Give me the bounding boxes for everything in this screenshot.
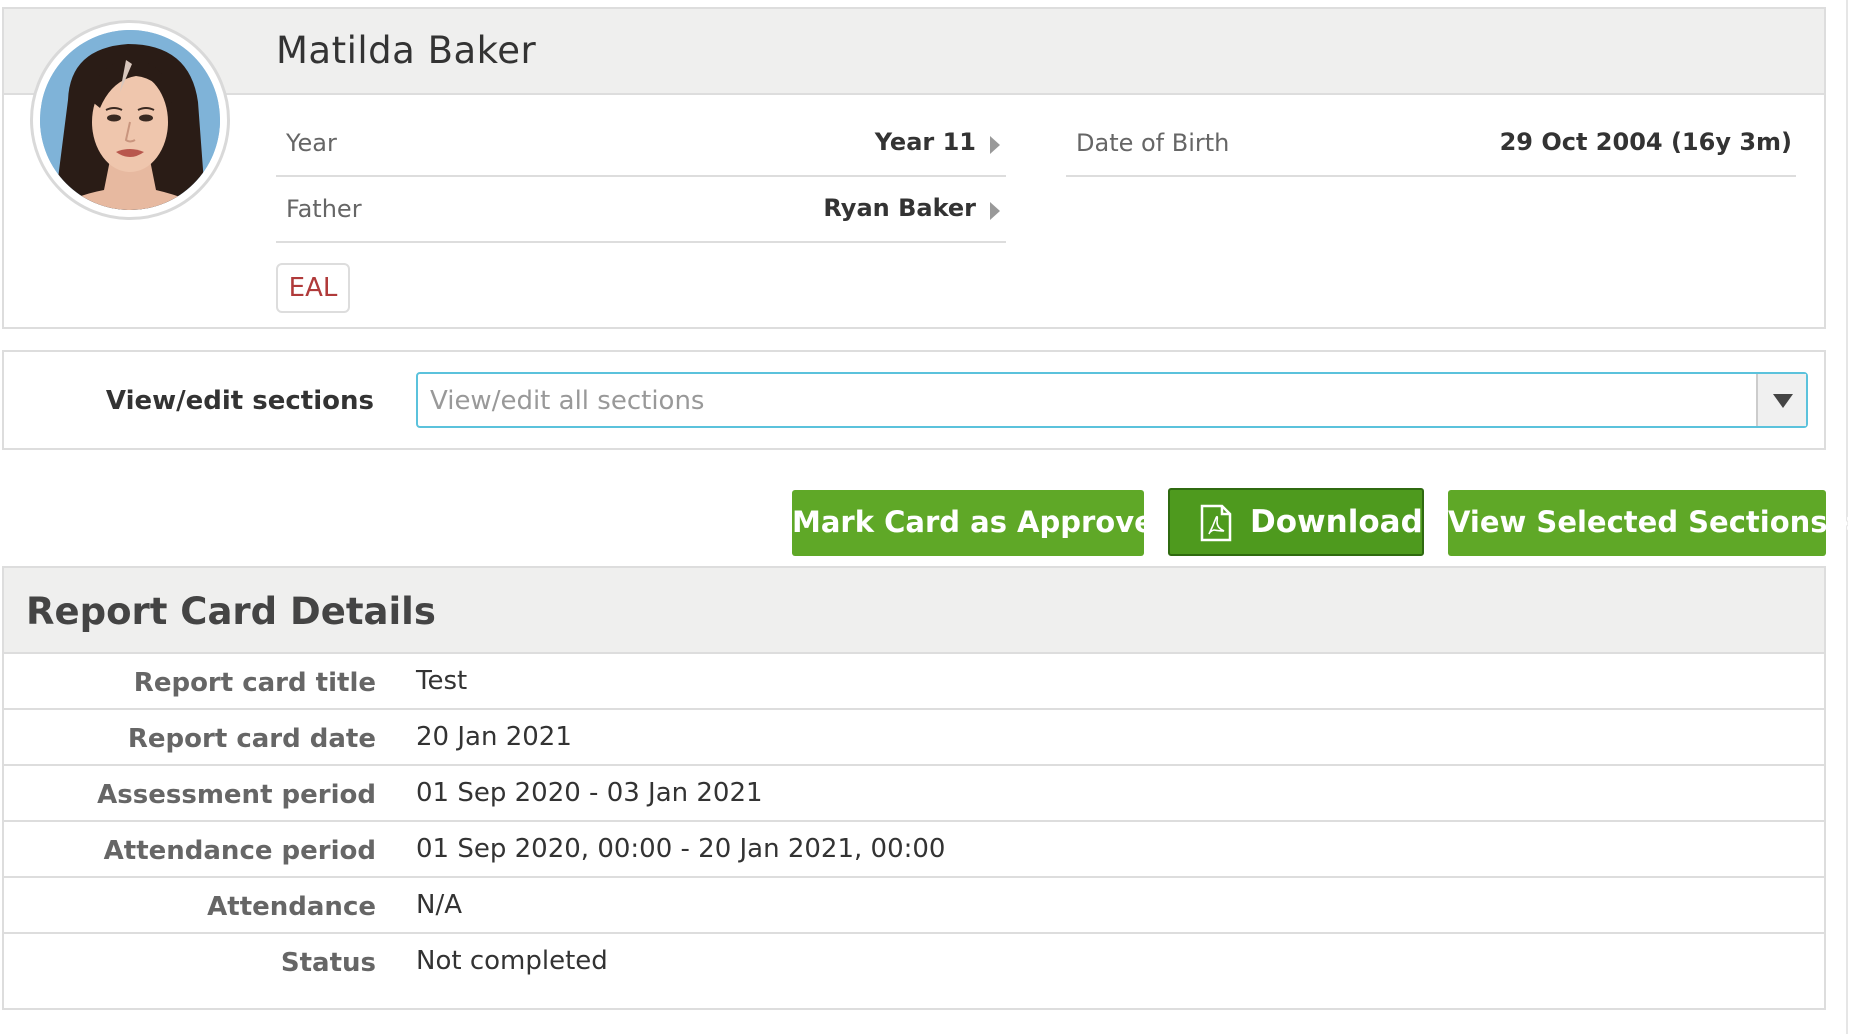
detail-row-attendance-period: Attendance period 01 Sep 2020, 00:00 - 2… bbox=[4, 822, 1824, 878]
sections-panel: View/edit sections View/edit all section… bbox=[2, 350, 1826, 450]
detail-value: 20 Jan 2021 bbox=[416, 722, 572, 752]
eal-badge[interactable]: EAL bbox=[276, 263, 350, 313]
caret-right-icon[interactable] bbox=[990, 202, 1000, 220]
profile-header: Matilda Baker bbox=[4, 9, 1824, 95]
detail-row-assessment-period: Assessment period 01 Sep 2020 - 03 Jan 2… bbox=[4, 766, 1824, 822]
detail-value: Not completed bbox=[416, 946, 608, 976]
detail-label: Status bbox=[280, 948, 376, 978]
father-value-link[interactable]: Ryan Baker bbox=[823, 194, 976, 222]
pdf-file-icon bbox=[1200, 504, 1232, 542]
student-photo bbox=[40, 30, 220, 210]
report-card-details-panel: Report Card Details Report card title Te… bbox=[2, 566, 1826, 1010]
detail-label: Attendance period bbox=[103, 836, 376, 866]
select-toggle-button[interactable] bbox=[1756, 374, 1806, 426]
father-row[interactable]: Father Ryan Baker bbox=[276, 177, 1006, 243]
triangle-down-icon bbox=[1773, 394, 1793, 408]
detail-label: Report card title bbox=[133, 668, 376, 698]
year-row[interactable]: Year Year 11 bbox=[276, 111, 1006, 177]
date-of-birth-value: 29 Oct 2004 (16y 3m) bbox=[1499, 128, 1792, 156]
student-profile-card: Matilda Baker Year Year 11 Father Ryan B… bbox=[2, 7, 1826, 329]
father-label: Father bbox=[286, 195, 362, 223]
sections-label: View/edit sections bbox=[105, 386, 374, 416]
download-button-label: Download bbox=[1250, 504, 1423, 540]
detail-row-date: Report card date 20 Jan 2021 bbox=[4, 710, 1824, 766]
detail-label: Report card date bbox=[127, 724, 376, 754]
download-button[interactable]: Download bbox=[1168, 488, 1424, 556]
detail-value: N/A bbox=[416, 890, 462, 920]
detail-row-attendance: Attendance N/A bbox=[4, 878, 1824, 934]
details-header: Report Card Details bbox=[4, 568, 1824, 654]
view-selected-sections-button[interactable]: View Selected Sections » bbox=[1448, 490, 1856, 556]
detail-row-title: Report card title Test bbox=[4, 654, 1824, 710]
mark-approved-button[interactable]: Mark Card as Approved bbox=[792, 490, 1175, 556]
year-value-link[interactable]: Year 11 bbox=[875, 128, 976, 156]
student-name: Matilda Baker bbox=[276, 29, 537, 72]
details-title: Report Card Details bbox=[26, 590, 436, 633]
detail-value: 01 Sep 2020, 00:00 - 20 Jan 2021, 00:00 bbox=[416, 834, 946, 864]
year-label: Year bbox=[286, 129, 337, 157]
caret-right-icon[interactable] bbox=[990, 136, 1000, 154]
detail-label: Assessment period bbox=[97, 780, 376, 810]
date-of-birth-row: Date of Birth 29 Oct 2004 (16y 3m) bbox=[1066, 111, 1796, 177]
detail-label: Attendance bbox=[207, 892, 376, 922]
detail-row-status: Status Not completed bbox=[4, 934, 1824, 990]
detail-value: 01 Sep 2020 - 03 Jan 2021 bbox=[416, 778, 763, 808]
report-card-page: Matilda Baker Year Year 11 Father Ryan B… bbox=[0, 0, 1864, 1034]
student-photo-illustration bbox=[40, 30, 220, 210]
detail-value: Test bbox=[416, 666, 468, 696]
date-of-birth-label: Date of Birth bbox=[1076, 129, 1230, 157]
avatar bbox=[30, 20, 230, 220]
sections-select[interactable]: View/edit all sections bbox=[416, 372, 1808, 428]
sections-select-placeholder: View/edit all sections bbox=[430, 386, 705, 416]
